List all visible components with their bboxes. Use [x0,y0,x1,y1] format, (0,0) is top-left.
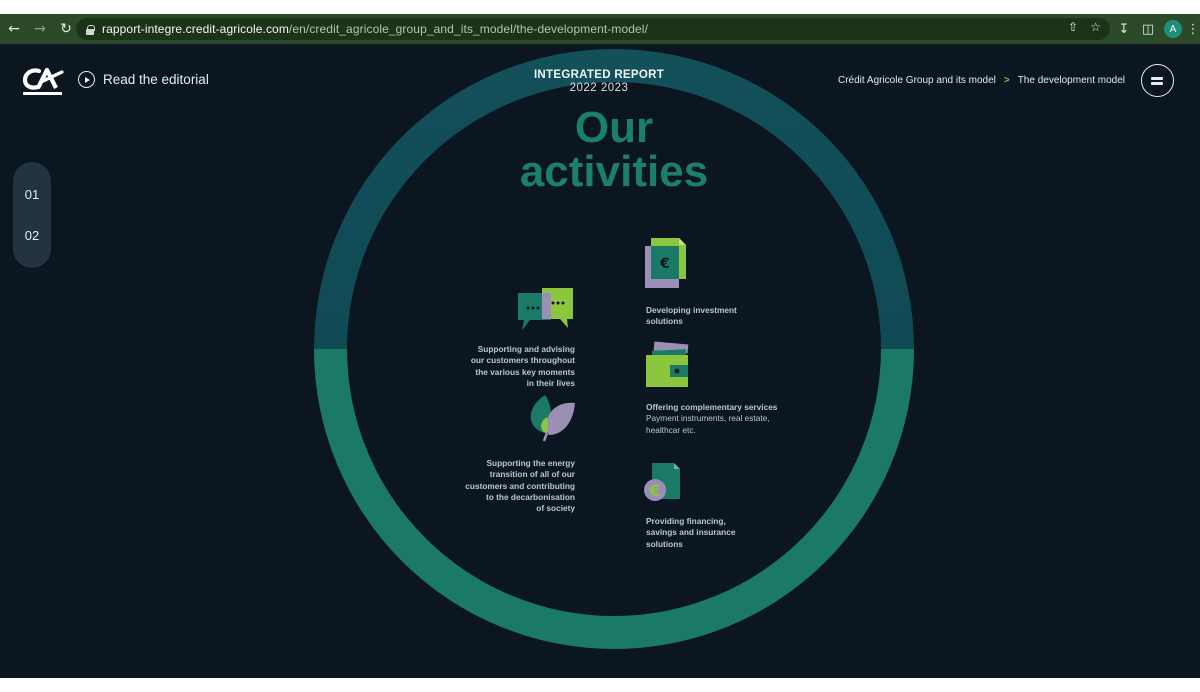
bottom-strip [0,678,1200,692]
activity-financing-line-3: solutions [646,538,683,549]
kebab-menu-icon[interactable]: ⋮ [1186,17,1200,41]
breadcrumb-current: The development model [1017,75,1125,86]
activity-advising-line-3: the various key moments [475,366,575,377]
page-title-line-2: activities [519,147,709,196]
activity-services-line-1: Offering complementary services [646,402,778,412]
read-editorial-link[interactable]: Read the editorial [78,71,209,88]
url-domain: rapport-integre.credit-agricole.com [102,22,289,36]
back-arrow-icon[interactable]: ← [4,19,24,39]
activity-energy-label: Supporting the energy transition of all … [425,458,575,514]
activity-energy-line-4: to the decarbonisation [486,491,575,502]
url-text: rapport-integre.credit-agricole.com/en/c… [102,22,648,36]
forward-arrow-icon[interactable]: → [30,19,50,39]
activity-energy-line-1: Supporting the energy [486,458,575,468]
euro-coin-document-icon: € [644,463,680,501]
activity-advising-label: Supporting and advising our customers th… [430,344,575,389]
credit-agricole-logo[interactable] [22,66,64,98]
breadcrumb-parent[interactable]: Crédit Agricole Group and its model [838,75,996,86]
breadcrumb-separator: > [1003,75,1010,86]
menu-button[interactable] [1141,64,1174,97]
svg-text:€: € [659,256,670,272]
activity-energy-line-2: transition of all of our [489,469,575,480]
section-nav-item-01[interactable]: 01 [25,187,39,202]
activity-investment-label: Developing investment solutions [646,305,806,328]
lock-icon [86,24,95,35]
page-title-line-1: Our [574,103,654,152]
activity-services-sub-line-2: healthcar etc. [646,424,696,435]
page-content: Read the editorial INTEGRATED REPORT 202… [0,44,1200,678]
activity-advising-line-4: in their lives [526,377,575,388]
profile-avatar[interactable]: A [1164,20,1182,38]
page-title: Our activities [464,106,764,194]
star-icon[interactable]: ☆ [1090,20,1101,34]
activity-investment-line-2: solutions [646,316,683,327]
wallet-icon [646,341,689,387]
activity-energy-line-3: customers and contributing [465,480,575,491]
url-path: /en/credit_agricole_group_and_its_model/… [288,22,649,36]
svg-text:€: € [648,481,660,500]
activity-advising-line-1: Supporting and advising [477,344,575,354]
activity-advising-line-2: our customers throughout [470,355,575,366]
report-title: INTEGRATED REPORT [533,69,665,81]
play-icon [78,71,95,88]
section-nav-item-02[interactable]: 02 [25,228,39,243]
activity-financing-line-2: savings and insurance [646,527,736,538]
report-years: 2022 2023 [569,82,629,94]
breadcrumb: Crédit Agricole Group and its model > Th… [838,75,1125,86]
activity-services-label: Offering complementary services Payment … [646,402,846,436]
activity-energy-line-5: of society [536,503,575,514]
download-icon[interactable]: ↧ [1112,17,1136,41]
activity-investment-line-1: Developing investment [646,305,737,315]
chat-bubbles-icon [518,288,573,330]
euro-document-icon: € [645,238,686,288]
browser-toolbar: ← → ↻ rapport-integre.credit-agricole.co… [0,14,1200,44]
activity-services-sub-line-1: Payment instruments, real estate, [646,413,770,424]
activity-financing-label: Providing financing, savings and insuran… [646,516,806,550]
section-nav: 01 02 [13,162,51,268]
editorial-label: Read the editorial [103,72,209,87]
leaf-icon [530,395,575,442]
top-strip [0,0,1200,14]
reload-icon[interactable]: ↻ [56,19,76,39]
activity-financing-line-1: Providing financing, [646,516,726,526]
address-bar[interactable]: rapport-integre.credit-agricole.com/en/c… [76,18,1110,40]
share-icon[interactable]: ⇧ [1068,20,1078,34]
side-panel-icon[interactable]: ◫ [1136,17,1160,41]
report-title-block: INTEGRATED REPORT 2022 2023 [500,69,698,94]
